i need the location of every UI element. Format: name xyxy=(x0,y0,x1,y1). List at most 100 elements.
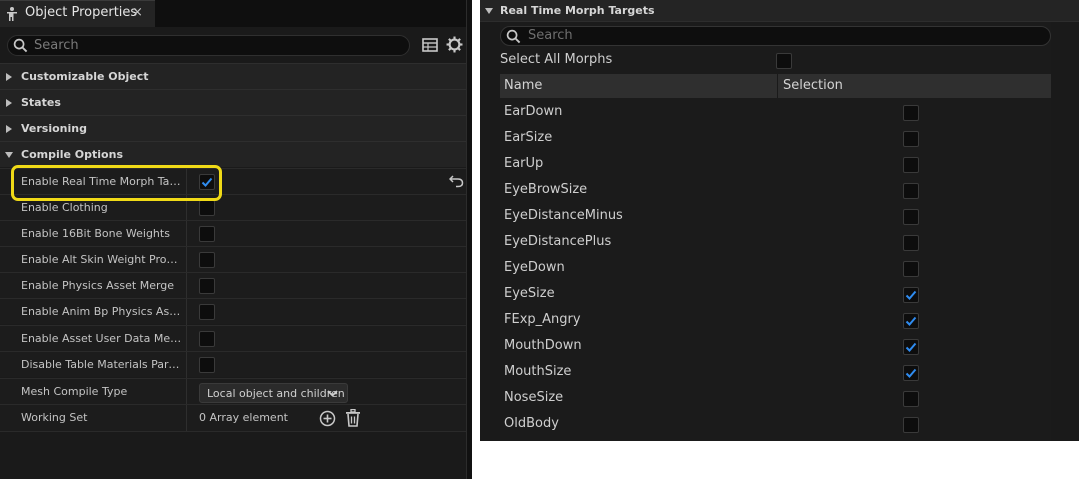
prop-enable-asset-user-data-merge: Enable Asset User Data Merge xyxy=(0,325,466,352)
category-versioning[interactable]: Versioning xyxy=(0,115,466,141)
column-divider[interactable] xyxy=(777,74,778,98)
prop-label: Enable 16Bit Bone Weights xyxy=(21,227,170,240)
table-row[interactable]: EarSize xyxy=(500,124,1051,150)
morph-search-input[interactable]: Search xyxy=(500,26,1051,46)
gear-icon[interactable] xyxy=(446,36,463,53)
chevron-down-icon xyxy=(327,390,338,397)
column-divider[interactable] xyxy=(186,221,187,247)
table-row[interactable]: OldBody xyxy=(500,410,1051,436)
select-all-morphs-checkbox[interactable] xyxy=(776,53,792,69)
enable-asset-user-data-merge-checkbox[interactable] xyxy=(199,331,215,347)
table-row[interactable]: FExp_Angry xyxy=(500,306,1051,332)
morph-selection-checkbox[interactable] xyxy=(903,235,919,251)
reset-to-default-icon[interactable] xyxy=(449,174,464,188)
trash-icon[interactable] xyxy=(345,409,361,427)
morph-selection-checkbox[interactable] xyxy=(903,417,919,433)
expand-arrow-icon xyxy=(6,99,12,107)
column-divider[interactable] xyxy=(186,273,187,299)
table-row[interactable]: EarUp xyxy=(500,150,1051,176)
search-icon xyxy=(506,29,521,44)
column-divider[interactable] xyxy=(186,352,187,378)
enable-16bit-bone-weights-checkbox[interactable] xyxy=(199,226,215,242)
search-row: Search xyxy=(0,27,466,63)
table-row[interactable]: EyeSize xyxy=(500,280,1051,306)
category-compile-options[interactable]: Compile Options xyxy=(0,141,466,167)
search-input[interactable]: Search xyxy=(7,35,410,56)
table-row[interactable]: EarDown xyxy=(500,98,1051,124)
morph-table-header: Name Selection xyxy=(500,74,1051,98)
prop-enable-alt-skin-weight-profiles: Enable Alt Skin Weight Profiles xyxy=(0,246,466,273)
enable-anim-bp-physics-assets-checkbox[interactable] xyxy=(199,304,215,320)
morph-selection-checkbox[interactable] xyxy=(903,157,919,173)
expand-arrow-icon xyxy=(6,125,12,133)
morph-selection-checkbox[interactable] xyxy=(903,261,919,277)
disable-table-materials-parent-checkbox[interactable] xyxy=(199,357,215,373)
morph-name: EarSize xyxy=(504,130,553,145)
prop-label: Mesh Compile Type xyxy=(21,385,128,398)
prop-label: Working Set xyxy=(21,411,88,424)
category-label: Customizable Object xyxy=(21,70,149,83)
table-row[interactable]: EyeDown xyxy=(500,254,1051,280)
collapse-arrow-icon xyxy=(5,152,13,158)
morph-selection-checkbox[interactable] xyxy=(903,287,919,303)
real-time-morph-targets-panel: Real Time Morph Targets Search Select Al… xyxy=(480,0,1079,441)
column-divider[interactable] xyxy=(186,299,187,325)
column-divider[interactable] xyxy=(186,405,187,431)
morph-selection-checkbox[interactable] xyxy=(903,105,919,121)
morph-selection-checkbox[interactable] xyxy=(903,391,919,407)
category-states[interactable]: States xyxy=(0,89,466,115)
category-customizable-object[interactable]: Customizable Object xyxy=(0,63,466,89)
column-divider[interactable] xyxy=(186,379,187,405)
close-icon[interactable]: × xyxy=(132,5,143,20)
morph-selection-checkbox[interactable] xyxy=(903,183,919,199)
morph-name: EyeSize xyxy=(504,286,555,301)
morph-name: MouthDown xyxy=(504,338,582,353)
table-row[interactable]: EyeDistanceMinus xyxy=(500,202,1051,228)
morph-selection-checkbox[interactable] xyxy=(903,365,919,381)
column-divider[interactable] xyxy=(186,247,187,273)
prop-enable-physics-asset-merge: Enable Physics Asset Merge xyxy=(0,272,466,299)
add-element-icon[interactable] xyxy=(319,410,336,427)
column-header-selection[interactable]: Selection xyxy=(783,78,843,93)
morph-name: EyeDown xyxy=(504,260,565,275)
morph-table-rows: EarDown EarSize EarUp EyeBrowSize EyeDis… xyxy=(500,98,1051,441)
select-all-morphs-label: Select All Morphs xyxy=(500,52,613,67)
prop-label: Enable Clothing xyxy=(21,201,108,214)
enable-alt-skin-weight-profiles-checkbox[interactable] xyxy=(199,252,215,268)
category-label: Versioning xyxy=(21,122,87,135)
checkmark-icon xyxy=(905,342,917,352)
checkmark-icon xyxy=(905,290,917,300)
morph-selection-checkbox[interactable] xyxy=(903,339,919,355)
prop-enable-anim-bp-physics-assets: Enable Anim Bp Physics Assets M... xyxy=(0,298,466,325)
table-row[interactable]: NoseSize xyxy=(500,384,1051,410)
panel-splitter[interactable] xyxy=(466,0,472,479)
column-header-name[interactable]: Name xyxy=(504,78,542,93)
prop-enable-16bit-bone-weights: Enable 16Bit Bone Weights xyxy=(0,220,466,247)
search-placeholder: Search xyxy=(34,38,79,53)
table-row[interactable]: MouthSize xyxy=(500,358,1051,384)
mesh-compile-type-dropdown[interactable]: Local object and children xyxy=(199,383,348,403)
search-icon xyxy=(13,38,28,53)
table-row[interactable]: MouthDown xyxy=(500,332,1051,358)
expand-arrow-icon xyxy=(6,73,12,81)
prop-label: Enable Alt Skin Weight Profiles xyxy=(21,253,184,266)
prop-label: Enable Asset User Data Merge xyxy=(21,332,184,345)
category-real-time-morph-targets[interactable]: Real Time Morph Targets xyxy=(480,0,1079,22)
category-label: Compile Options xyxy=(21,148,123,161)
table-row[interactable]: EyeDistancePlus xyxy=(500,228,1051,254)
table-row[interactable]: EyeBrowSize xyxy=(500,176,1051,202)
highlight-box xyxy=(11,165,222,201)
morph-selection-checkbox[interactable] xyxy=(903,313,919,329)
table-view-icon[interactable] xyxy=(422,37,438,53)
scrollbar-track[interactable] xyxy=(1051,22,1079,441)
tab-object-properties[interactable]: Object Properties × xyxy=(0,0,155,27)
morph-name: MouthSize xyxy=(504,364,572,379)
enable-physics-asset-merge-checkbox[interactable] xyxy=(199,278,215,294)
morph-name: NoseSize xyxy=(504,390,564,405)
column-divider[interactable] xyxy=(186,326,187,352)
morph-selection-checkbox[interactable] xyxy=(903,209,919,225)
prop-working-set: Working Set 0 Array element xyxy=(0,404,466,432)
morph-selection-checkbox[interactable] xyxy=(903,131,919,147)
checkmark-icon xyxy=(905,316,917,326)
enable-clothing-checkbox[interactable] xyxy=(199,200,215,216)
